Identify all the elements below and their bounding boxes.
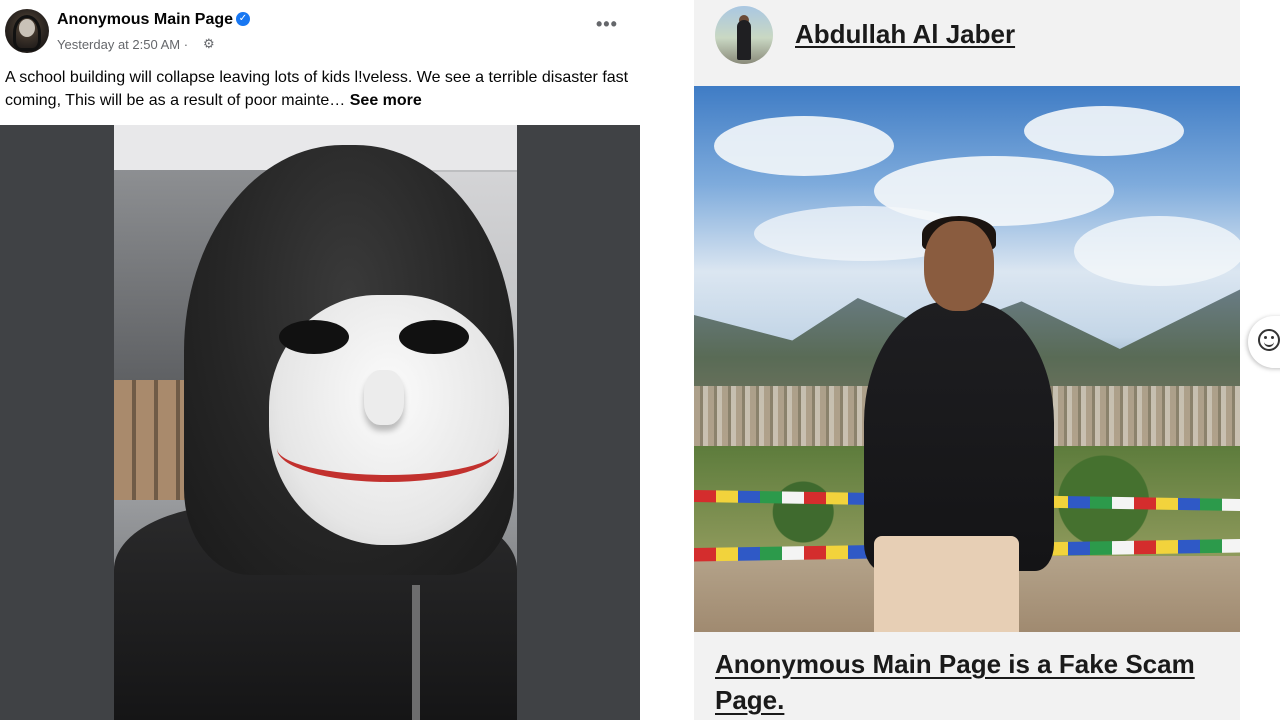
profile-name-link[interactable]: Abdullah Al Jaber xyxy=(795,19,1015,50)
page-avatar[interactable] xyxy=(5,9,49,53)
joker-mask xyxy=(269,295,509,545)
masked-person-photo xyxy=(114,125,517,720)
scam-warning-card: Abdullah Al Jaber Anonymous Main Page is… xyxy=(694,0,1240,720)
page-name[interactable]: Anonymous Main Page xyxy=(57,11,233,29)
facebook-post: Anonymous Main Page ✓ Yesterday at 2:50 … xyxy=(0,0,640,720)
card-caption-link[interactable]: Anonymous Main Page is a Fake Scam Page. xyxy=(715,646,1225,718)
profile-avatar[interactable] xyxy=(715,6,773,64)
see-more-link[interactable]: See more xyxy=(350,92,422,109)
post-header: Anonymous Main Page ✓ Yesterday at 2:50 … xyxy=(0,0,640,60)
post-image[interactable] xyxy=(0,125,640,720)
post-body: A school building will collapse leaving … xyxy=(5,69,629,109)
smiley-icon xyxy=(1258,329,1280,351)
post-text: A school building will collapse leaving … xyxy=(5,66,630,112)
verified-badge-icon: ✓ xyxy=(236,12,250,26)
gear-icon[interactable]: ⚙ xyxy=(203,36,215,52)
more-options-icon[interactable]: ••• xyxy=(596,15,618,33)
reaction-button[interactable] xyxy=(1248,316,1280,368)
post-timestamp[interactable]: Yesterday at 2:50 AM · xyxy=(57,37,188,52)
profile-photo[interactable] xyxy=(694,86,1240,632)
